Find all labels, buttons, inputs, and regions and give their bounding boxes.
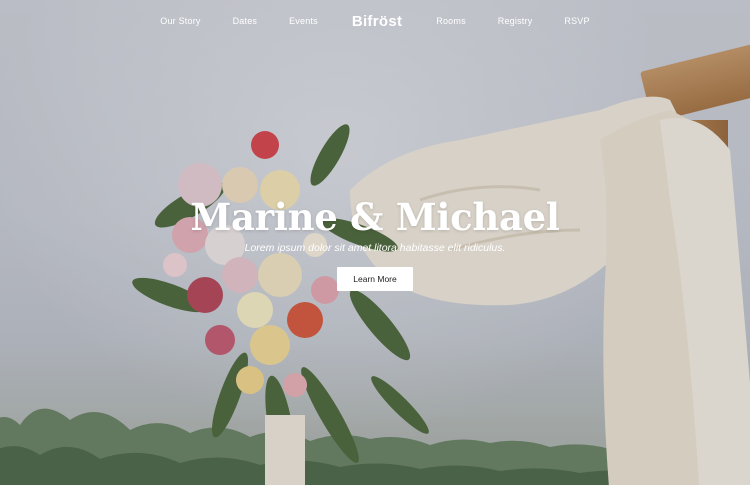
hero-section: Our Story Dates Events Bifröst Rooms Reg… (0, 0, 750, 485)
nav-link-dates[interactable]: Dates (233, 16, 258, 26)
learn-more-button[interactable]: Learn More (337, 267, 413, 291)
top-navigation: Our Story Dates Events Bifröst Rooms Reg… (0, 0, 750, 42)
hero-subtitle: Lorem ipsum dolor sit amet litora habita… (244, 242, 506, 254)
nav-link-events[interactable]: Events (289, 16, 318, 26)
brand-logo[interactable]: Bifröst (352, 13, 402, 30)
nav-link-rooms[interactable]: Rooms (436, 16, 466, 26)
nav-left-group: Our Story Dates Events (144, 16, 334, 26)
hero-text: Marine & Michael Lorem ipsum dolor sit a… (0, 193, 750, 255)
nav-right-group: Rooms Registry RSVP (420, 16, 605, 26)
nav-link-registry[interactable]: Registry (498, 16, 533, 26)
hero-title: Marine & Michael (190, 195, 560, 239)
nav-link-rsvp[interactable]: RSVP (564, 16, 589, 26)
nav-link-our-story[interactable]: Our Story (160, 16, 200, 26)
